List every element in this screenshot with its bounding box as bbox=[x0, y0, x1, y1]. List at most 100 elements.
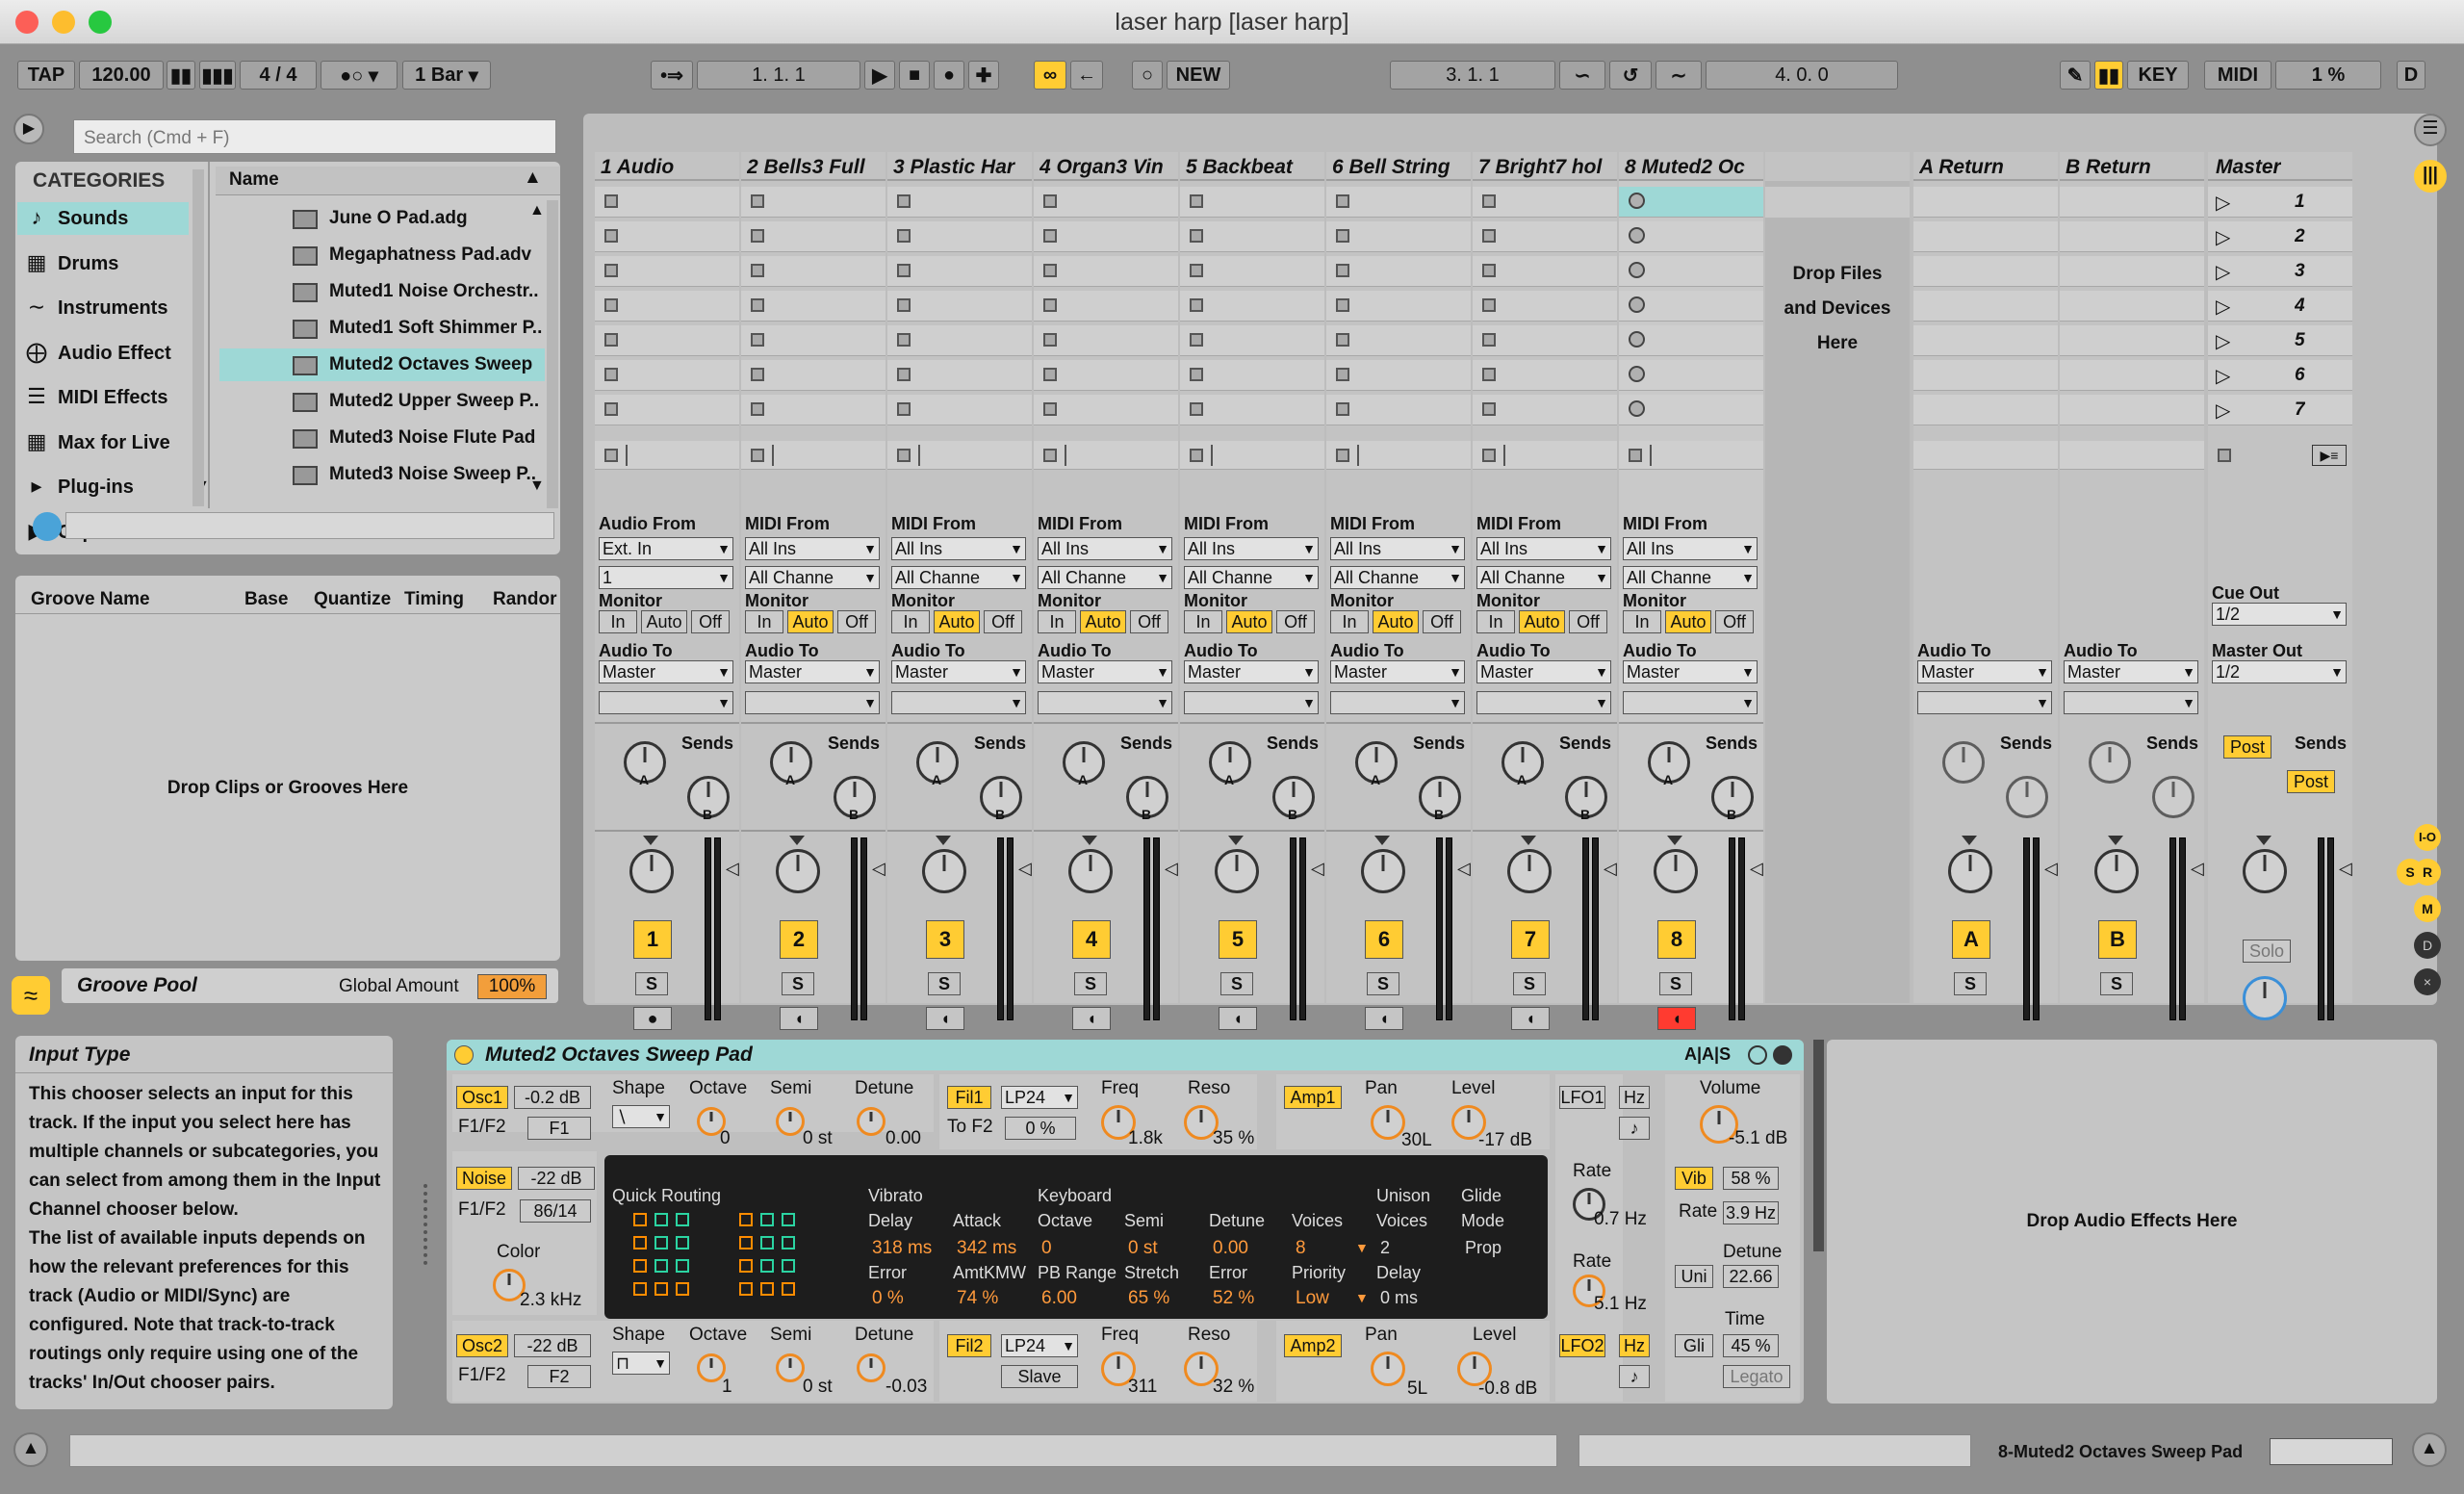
monitor-auto-button[interactable]: Auto bbox=[641, 610, 687, 633]
input-type-select[interactable]: All Ins bbox=[1330, 537, 1465, 560]
clip-slot[interactable] bbox=[1326, 256, 1471, 287]
clip-stop-icon[interactable] bbox=[1043, 333, 1057, 347]
monitor-in-button[interactable]: In bbox=[1476, 610, 1515, 633]
master-out-select[interactable]: 1/2 bbox=[2212, 660, 2347, 683]
monitor-off-button[interactable]: Off bbox=[1130, 610, 1168, 633]
monitor-off-button[interactable]: Off bbox=[691, 610, 730, 633]
clip-slot[interactable] bbox=[741, 221, 886, 252]
output-type-select[interactable]: Master bbox=[1330, 660, 1465, 683]
send-b-knob[interactable] bbox=[2006, 776, 2048, 818]
clip-stop-icon[interactable] bbox=[897, 333, 911, 347]
file-item[interactable]: Muted1 Soft Shimmer P.. bbox=[219, 312, 545, 345]
clip-stop-icon[interactable] bbox=[1482, 368, 1496, 381]
save-preset-icon[interactable] bbox=[1773, 1045, 1792, 1065]
glide-time-field[interactable]: 45 % bbox=[1723, 1334, 1779, 1357]
osc1-level-field[interactable]: -0.2 dB bbox=[514, 1086, 591, 1109]
scene-launch[interactable]: ▷ 6 bbox=[2208, 360, 2352, 391]
pan-knob[interactable] bbox=[1361, 849, 1405, 893]
routing-cell[interactable] bbox=[760, 1282, 774, 1296]
nudge-down-icon[interactable]: ▮▮ bbox=[167, 61, 195, 90]
lfo1-button[interactable]: LFO1 bbox=[1559, 1086, 1605, 1109]
solo-button[interactable]: S bbox=[1367, 972, 1399, 995]
clip-stop-icon[interactable] bbox=[1190, 402, 1203, 416]
solo-button[interactable]: S bbox=[928, 972, 961, 995]
pre-post-a-button[interactable]: Post bbox=[2223, 735, 2272, 759]
groove-pool-icon[interactable]: ≈ bbox=[12, 976, 50, 1015]
clip-slot[interactable] bbox=[1034, 360, 1178, 391]
category-item-audio-effect[interactable]: ⨁ Audio Effect bbox=[17, 337, 189, 370]
clip-record-icon[interactable] bbox=[1629, 262, 1645, 278]
clip-slot[interactable] bbox=[887, 187, 1032, 218]
clip-stop-icon[interactable] bbox=[1043, 264, 1057, 277]
pan-knob[interactable] bbox=[1507, 849, 1552, 893]
scene-play-icon[interactable]: ▷ bbox=[2216, 191, 2230, 215]
routing-cell[interactable] bbox=[739, 1259, 753, 1273]
output-channel-select[interactable] bbox=[1917, 691, 2052, 714]
category-item-max-for-live[interactable]: ▦ Max for Live bbox=[17, 426, 189, 459]
solo-button[interactable]: S bbox=[1513, 972, 1546, 995]
clip-slot[interactable] bbox=[1473, 256, 1617, 287]
send-b-knob[interactable] bbox=[2152, 776, 2194, 818]
fil1-button[interactable]: Fil1 bbox=[947, 1086, 991, 1109]
scene-launch[interactable]: ▷ 5 bbox=[2208, 325, 2352, 356]
device-title-bar[interactable]: Muted2 Octaves Sweep Pad A|A|S bbox=[447, 1040, 1804, 1070]
loop-start-field[interactable]: 3. 1. 1 bbox=[1390, 61, 1555, 90]
tap-button[interactable]: TAP bbox=[17, 61, 75, 90]
vib-rate-field[interactable]: 3.9 Hz bbox=[1723, 1201, 1779, 1224]
kb-detune-value[interactable]: 0.00 bbox=[1213, 1238, 1248, 1259]
clip-record-icon[interactable] bbox=[1629, 331, 1645, 348]
arm-button[interactable]: ◖ bbox=[926, 1007, 964, 1030]
clip-slot[interactable] bbox=[1473, 395, 1617, 425]
clip-overview-icon[interactable] bbox=[2270, 1438, 2393, 1465]
record-icon[interactable]: ● bbox=[934, 61, 964, 90]
clip-stop-icon[interactable] bbox=[604, 264, 618, 277]
track-header[interactable]: 1 Audio bbox=[595, 152, 739, 181]
amp1-button[interactable]: Amp1 bbox=[1284, 1086, 1342, 1109]
draw-mode-icon[interactable]: ✎ bbox=[2060, 61, 2091, 90]
preview-icon[interactable] bbox=[33, 512, 62, 541]
monitor-in-button[interactable]: In bbox=[891, 610, 930, 633]
name-column-header[interactable]: Name bbox=[229, 169, 279, 191]
loop-length-field[interactable]: 4. 0. 0 bbox=[1706, 61, 1898, 90]
input-channel-select[interactable]: All Channe bbox=[1476, 566, 1611, 589]
clip-slot[interactable] bbox=[1034, 395, 1178, 425]
clip-slot[interactable] bbox=[1619, 256, 1763, 287]
fil2-type-select[interactable]: LP24 bbox=[1001, 1334, 1078, 1357]
groove-name-header[interactable]: Groove Name bbox=[31, 589, 150, 610]
stop-all-icon[interactable] bbox=[1482, 449, 1496, 462]
monitor-auto-button[interactable]: Auto bbox=[1226, 610, 1272, 633]
hot-swap-icon[interactable] bbox=[1748, 1045, 1767, 1065]
volume-arrow-icon[interactable]: ◁ bbox=[872, 859, 886, 879]
input-type-select[interactable]: All Ins bbox=[745, 537, 880, 560]
output-channel-select[interactable] bbox=[745, 691, 880, 714]
monitor-auto-button[interactable]: Auto bbox=[1080, 610, 1126, 633]
category-item-plug-ins[interactable]: ▸ Plug-ins bbox=[17, 471, 189, 503]
routing-cell[interactable] bbox=[760, 1259, 774, 1273]
clip-stop-icon[interactable] bbox=[604, 298, 618, 312]
clip-stop-icon[interactable] bbox=[1336, 402, 1349, 416]
info-toggle-icon[interactable]: ▲ bbox=[13, 1432, 48, 1467]
pan-knob[interactable] bbox=[1068, 849, 1113, 893]
monitor-off-button[interactable]: Off bbox=[1423, 610, 1461, 633]
global-amount-field[interactable]: 100% bbox=[477, 974, 547, 999]
scene-play-icon[interactable]: ▷ bbox=[2216, 295, 2230, 319]
clip-stop-icon[interactable] bbox=[751, 264, 764, 277]
amp2-button[interactable]: Amp2 bbox=[1284, 1334, 1342, 1357]
scene-play-icon[interactable]: ▷ bbox=[2216, 260, 2230, 284]
routing-cell[interactable] bbox=[739, 1213, 753, 1226]
track-activator[interactable]: 4 bbox=[1072, 920, 1111, 959]
routing-cell[interactable] bbox=[633, 1236, 647, 1249]
monitor-off-button[interactable]: Off bbox=[1276, 610, 1315, 633]
clip-stop-icon[interactable] bbox=[604, 194, 618, 208]
input-channel-select[interactable]: All Channe bbox=[1184, 566, 1319, 589]
clip-slot[interactable] bbox=[1180, 291, 1324, 322]
master-header[interactable]: Master bbox=[2208, 152, 2352, 181]
output-channel-select[interactable] bbox=[891, 691, 1026, 714]
send-a-knob[interactable] bbox=[2089, 741, 2131, 784]
osc2-semi-knob[interactable] bbox=[776, 1353, 805, 1382]
clip-record-icon[interactable] bbox=[1629, 400, 1645, 417]
clip-stop-icon[interactable] bbox=[1336, 194, 1349, 208]
output-channel-select[interactable] bbox=[1476, 691, 1611, 714]
pan-knob[interactable] bbox=[1948, 849, 1992, 893]
groove-drop-zone[interactable]: Drop Clips or Grooves Here bbox=[15, 778, 560, 799]
